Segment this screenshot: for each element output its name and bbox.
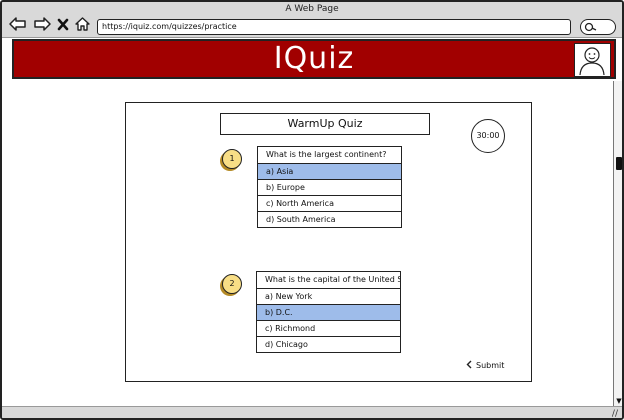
status-bar: // [2, 406, 622, 418]
scrollbar-thumb[interactable] [616, 157, 622, 170]
quiz-panel: WarmUp Quiz 30:00 1 What is the largest … [125, 102, 532, 382]
vertical-scrollbar[interactable]: ▼ [613, 81, 622, 406]
forward-arrow-icon[interactable] [33, 17, 51, 31]
site-logo[interactable]: IQuiz [14, 41, 614, 77]
browser-chrome: A Web Page https://iquiz.com/quizzes/pra… [2, 2, 622, 38]
question-card: What is the largest continent? a) Asia b… [257, 146, 402, 228]
quiz-timer: 30:00 [471, 119, 505, 153]
answer-option[interactable]: a) New York [257, 288, 400, 304]
submit-button[interactable]: Submit [466, 360, 504, 371]
resize-grip-icon[interactable]: // [612, 409, 618, 418]
question-number-badge: 1 [222, 149, 242, 169]
question-text: What is the capital of the United St [265, 275, 400, 284]
user-avatar-icon[interactable] [574, 43, 611, 77]
browser-window: A Web Page https://iquiz.com/quizzes/pra… [0, 0, 624, 420]
answer-option[interactable]: c) North America [258, 195, 401, 211]
question-number-badge: 2 [222, 274, 242, 294]
answer-option[interactable]: a) Asia [258, 163, 401, 179]
submit-label: Submit [476, 361, 505, 370]
question-card: What is the capital of the United St a) … [256, 271, 401, 353]
answer-option[interactable]: d) Chicago [257, 336, 400, 352]
answer-option[interactable]: b) Europe [258, 179, 401, 195]
answer-option[interactable]: c) Richmond [257, 320, 400, 336]
scroll-down-icon[interactable]: ▼ [614, 397, 622, 406]
url-bar[interactable]: https://iquiz.com/quizzes/practice [97, 19, 571, 35]
home-icon[interactable] [75, 17, 90, 31]
question-text: What is the largest continent? [266, 150, 387, 159]
chevron-left-icon [466, 360, 472, 371]
quiz-title: WarmUp Quiz [220, 113, 430, 135]
answer-option[interactable]: b) D.C. [257, 304, 400, 320]
nav-controls [9, 15, 90, 33]
browser-search-box[interactable] [580, 19, 616, 35]
close-icon[interactable] [57, 18, 69, 31]
back-arrow-icon[interactable] [9, 17, 27, 31]
answer-option[interactable]: d) South America [258, 211, 401, 227]
window-title: A Web Page [285, 4, 339, 14]
site-header: IQuiz [12, 39, 616, 79]
